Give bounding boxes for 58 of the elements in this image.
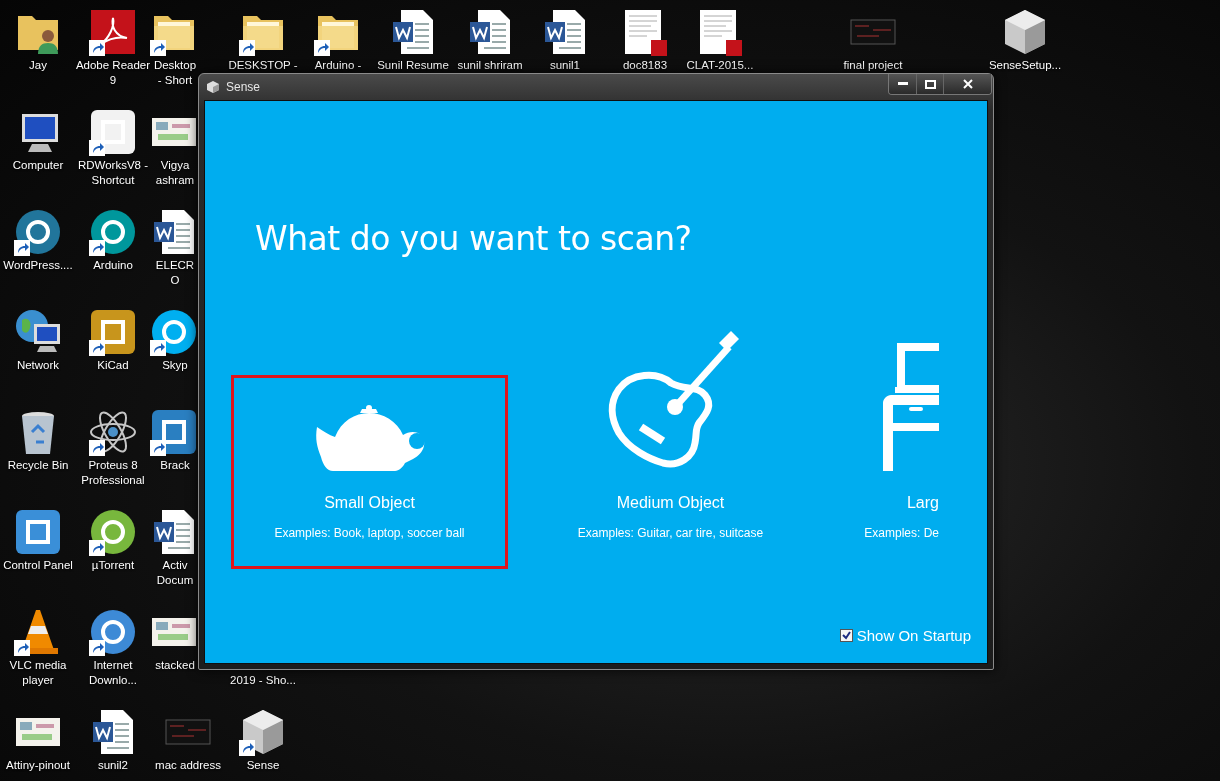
desktop-icon-label[interactable]: KiCad (75, 358, 151, 373)
desktop-icon-label[interactable]: Recycle Bin (0, 458, 76, 473)
desktop-icon-label[interactable]: Network (0, 358, 76, 373)
close-button[interactable] (943, 74, 991, 94)
app-icon (89, 108, 137, 156)
maximize-icon (924, 79, 936, 89)
close-icon (962, 79, 973, 89)
desktop-icon-label[interactable]: mac address (150, 758, 226, 773)
checkbox-label: Show On Startup (856, 627, 971, 644)
desktop-icon-label[interactable]: Desktop - Short (152, 58, 198, 88)
minimize-icon (897, 82, 908, 86)
desktop-icon-label[interactable]: sunil2 (75, 758, 151, 773)
minimize-button[interactable] (889, 74, 916, 94)
checkmark-icon (841, 631, 851, 640)
desktop-icon-label[interactable]: Proteus 8 Professional (75, 458, 151, 488)
desktop-icon-label[interactable]: Sense (225, 758, 301, 773)
desktop-icon-label[interactable]: CLAT-2015... (682, 58, 758, 73)
desktop-icon-label[interactable]: VLC media player (0, 658, 76, 688)
desktop-icon-label[interactable]: Computer (0, 158, 76, 173)
desktop-icon-label[interactable]: ELECRO (152, 258, 198, 288)
app-icon (150, 408, 198, 456)
pdf-app-icon (89, 8, 137, 56)
desktop-icon-label[interactable]: Arduino - (300, 58, 376, 73)
app-icon (14, 508, 62, 556)
desktop-icon-label[interactable]: sunil shriram (452, 58, 528, 73)
desktop-icon-label[interactable]: Attiny-pinout (0, 758, 76, 773)
desktop-icon-label[interactable]: Vigya ashram (152, 158, 198, 188)
maximize-button[interactable] (916, 74, 943, 94)
desktop-icon-label[interactable]: DESKSTOP - (225, 58, 301, 73)
desktop-icon-label[interactable]: SenseSetup... (987, 58, 1063, 73)
option-examples: Examples: De (864, 525, 939, 541)
option-title: Small Object (324, 493, 415, 513)
option-examples: Examples: Guitar, car tire, suitcase (577, 525, 764, 541)
window-title: Sense (226, 80, 262, 94)
desktop-icon-label[interactable]: Adobe Reader 9 (75, 58, 151, 88)
desktop-icon-label[interactable]: RDWorksV8 - Shortcut (75, 158, 151, 188)
desktop-icon-label[interactable]: sunil1 (527, 58, 603, 73)
desktop-icon-label[interactable]: Brack (152, 458, 198, 473)
desktop-icon-label[interactable]: Internet Downlo... (75, 658, 151, 688)
desktop-icon-label[interactable]: doc8183 (607, 58, 683, 73)
desktop-icon-label[interactable]: 2019 - Sho... (225, 673, 301, 688)
desktop-icon-label[interactable]: Control Panel (0, 558, 76, 573)
desktop-icon-label[interactable]: µTorrent (75, 558, 151, 573)
desktop-icon-label[interactable]: Sunil Resume (375, 58, 451, 73)
desktop-icon-label[interactable]: stacked (152, 658, 198, 673)
desktop-icon-label[interactable]: final project (835, 58, 911, 73)
desktop-icon-label[interactable]: Skyp (152, 358, 198, 373)
startup-checkbox[interactable] (839, 629, 853, 642)
desktop-icon-label[interactable]: Activ Docum (152, 558, 198, 588)
option-examples: Examples: Book, laptop, soccer ball (274, 525, 465, 541)
desktop-icon-label[interactable]: Arduino (75, 258, 151, 273)
page-heading: What do you want to scan? (255, 219, 693, 259)
desktop-icon-label[interactable]: Jay (0, 58, 76, 73)
app-icon (89, 308, 137, 356)
desktop-icon-label[interactable]: WordPress.... (0, 258, 76, 273)
option-title: Medium Object (616, 493, 725, 513)
option-title: Larg (906, 493, 939, 513)
cube-icon (206, 80, 220, 94)
